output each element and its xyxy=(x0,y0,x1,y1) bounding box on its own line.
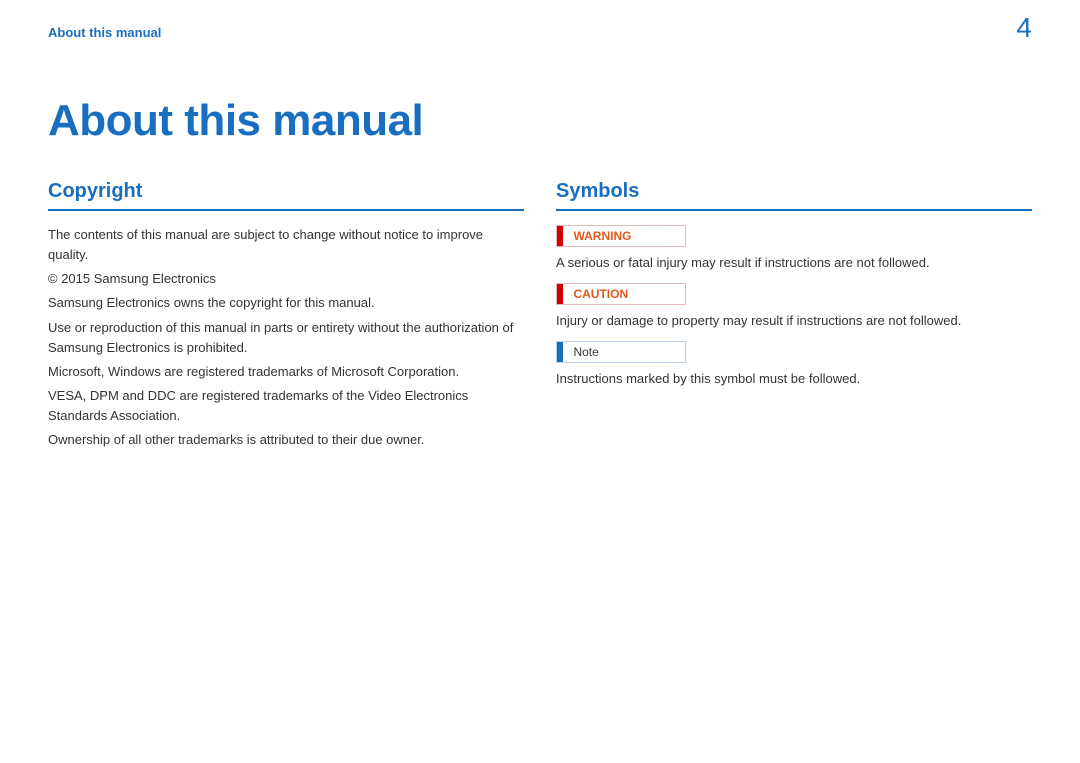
copyright-para: Microsoft, Windows are registered tradem… xyxy=(48,362,524,382)
chapter-title: About this manual xyxy=(48,96,1032,146)
warning-text: A serious or fatal injury may result if … xyxy=(556,253,1032,273)
right-column: Symbols WARNING A serious or fatal injur… xyxy=(556,180,1032,454)
section-title-symbols: Symbols xyxy=(556,180,1032,211)
symbol-row-caution: CAUTION Injury or damage to property may… xyxy=(556,283,1032,331)
warning-label: WARNING xyxy=(567,226,631,246)
note-text: Instructions marked by this symbol must … xyxy=(556,369,1032,389)
copyright-para: Use or reproduction of this manual in pa… xyxy=(48,318,524,358)
warning-bar-icon xyxy=(557,226,563,246)
page: About this manual 4 About this manual Co… xyxy=(0,0,1080,763)
section-title-copyright: Copyright xyxy=(48,180,524,211)
copyright-para: Samsung Electronics owns the copyright f… xyxy=(48,293,524,313)
running-head: About this manual xyxy=(48,25,161,40)
page-number: 4 xyxy=(1016,12,1032,44)
copyright-para: Ownership of all other trademarks is att… xyxy=(48,430,524,450)
caution-text: Injury or damage to property may result … xyxy=(556,311,1032,331)
warning-box: WARNING xyxy=(556,225,686,247)
symbol-row-warning: WARNING A serious or fatal injury may re… xyxy=(556,225,1032,273)
copyright-para: © 2015 Samsung Electronics xyxy=(48,269,524,289)
left-column: Copyright The contents of this manual ar… xyxy=(48,180,524,454)
note-label: Note xyxy=(567,342,598,362)
content-columns: Copyright The contents of this manual ar… xyxy=(48,180,1032,454)
caution-box: CAUTION xyxy=(556,283,686,305)
caution-bar-icon xyxy=(557,284,563,304)
symbol-row-note: Note Instructions marked by this symbol … xyxy=(556,341,1032,389)
page-header: About this manual 4 xyxy=(48,12,1032,44)
note-box: Note xyxy=(556,341,686,363)
copyright-para: VESA, DPM and DDC are registered tradema… xyxy=(48,386,524,426)
note-bar-icon xyxy=(557,342,563,362)
caution-label: CAUTION xyxy=(567,284,628,304)
copyright-para: The contents of this manual are subject … xyxy=(48,225,524,265)
